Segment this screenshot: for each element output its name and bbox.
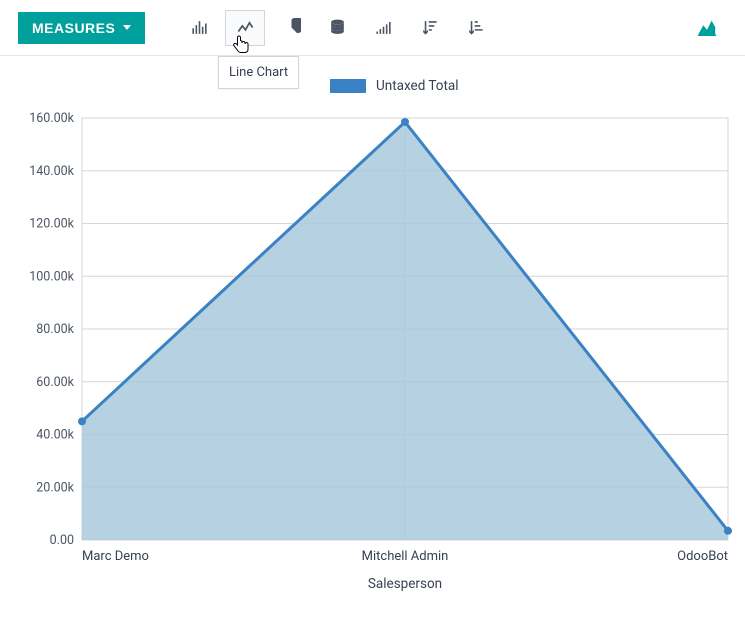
svg-text:100.00k: 100.00k <box>29 269 74 284</box>
area-chart-button[interactable] <box>687 10 727 46</box>
sort-desc-icon <box>420 18 439 37</box>
tooltip-text: Line Chart <box>229 65 288 80</box>
svg-text:140.00k: 140.00k <box>29 164 74 179</box>
svg-text:20.00k: 20.00k <box>36 480 74 495</box>
pie-chart-icon <box>282 18 301 37</box>
svg-text:Marc Demo: Marc Demo <box>82 549 149 564</box>
measures-button[interactable]: MEASURES <box>18 12 145 44</box>
chart-type-toolbar <box>179 10 495 46</box>
bar-chart-icon <box>190 18 209 37</box>
chart-container: 0.00 20.00k 40.00k 60.00k 80.00k 100.00k 120.0… <box>0 70 745 625</box>
sort-asc-button[interactable] <box>455 10 495 46</box>
signal-icon <box>374 18 393 37</box>
stacked-button[interactable] <box>317 10 357 46</box>
svg-text:Salesperson: Salesperson <box>368 576 442 592</box>
line-chart: 0.00 20.00k 40.00k 60.00k 80.00k 100.00k 120.0… <box>0 70 745 625</box>
legend-swatch <box>330 79 366 93</box>
line-chart-button[interactable] <box>225 10 265 46</box>
bar-chart-button[interactable] <box>179 10 219 46</box>
measures-label: MEASURES <box>32 20 115 36</box>
svg-text:Mitchell Admin: Mitchell Admin <box>362 549 449 564</box>
sort-desc-button[interactable] <box>409 10 449 46</box>
toolbar: MEASURES <box>0 0 745 56</box>
caret-down-icon <box>123 25 131 30</box>
area-chart-icon <box>696 17 718 39</box>
sort-asc-icon <box>466 18 485 37</box>
svg-text:160.00k: 160.00k <box>29 111 74 126</box>
pie-chart-button[interactable] <box>271 10 311 46</box>
database-icon <box>328 18 347 37</box>
line-chart-icon <box>236 18 255 37</box>
legend-label: Untaxed Total <box>376 78 459 94</box>
svg-text:120.00k: 120.00k <box>29 217 74 232</box>
svg-text:80.00k: 80.00k <box>36 322 74 337</box>
svg-text:OdooBot: OdooBot <box>677 549 728 564</box>
svg-text:0.00: 0.00 <box>50 533 74 548</box>
chart-legend: Untaxed Total <box>330 78 459 94</box>
svg-text:40.00k: 40.00k <box>36 428 74 443</box>
svg-text:60.00k: 60.00k <box>36 375 74 390</box>
tooltip: Line Chart <box>218 56 299 89</box>
ascending-bars-button[interactable] <box>363 10 403 46</box>
